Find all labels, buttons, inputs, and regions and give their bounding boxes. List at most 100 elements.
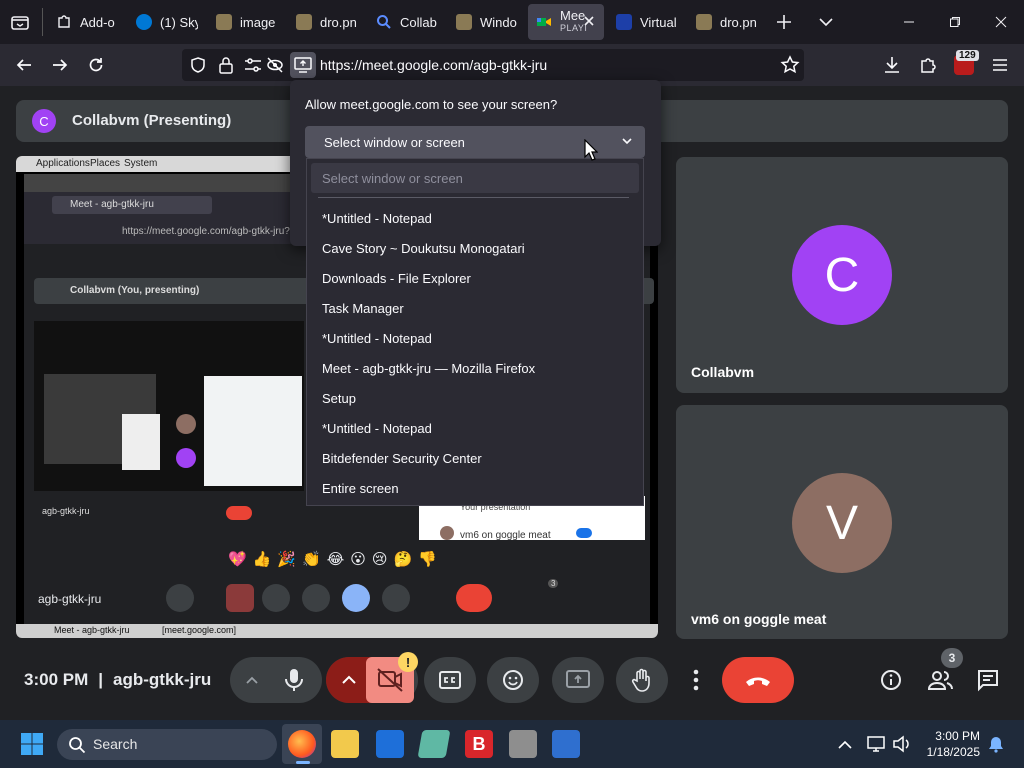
reload-icon[interactable] — [83, 52, 109, 78]
presenter-avatar: C — [32, 109, 56, 133]
tab-label: (1) Sky — [160, 14, 198, 30]
people-button[interactable] — [924, 664, 956, 696]
mouse-cursor-icon — [584, 139, 598, 161]
screen-share-icon[interactable] — [290, 52, 316, 78]
vm-icon — [616, 14, 632, 30]
tab-meet-active[interactable]: Mee PLAYI — [528, 4, 604, 40]
extensions-icon[interactable] — [918, 55, 938, 75]
captions-button[interactable] — [424, 657, 476, 703]
photos-icon[interactable] — [376, 730, 404, 758]
menu-icon[interactable] — [990, 55, 1010, 75]
reactions-button[interactable] — [487, 657, 539, 703]
dropdown-divider — [318, 197, 629, 198]
dropdown-option[interactable]: Setup — [322, 391, 356, 406]
forward-icon[interactable] — [47, 52, 73, 78]
present-button[interactable] — [552, 657, 604, 703]
dropdown-option[interactable]: Entire screen — [322, 481, 399, 496]
more-options-icon[interactable] — [684, 664, 708, 696]
windows-start-icon[interactable] — [20, 732, 44, 756]
url-text[interactable]: https://meet.google.com/agb-gtkk-jru — [320, 57, 547, 73]
tab-label: dro.pn — [320, 14, 357, 30]
reaction-laugh[interactable]: 😂 — [327, 550, 345, 568]
leave-call-button[interactable] — [722, 657, 794, 703]
dropdown-option[interactable]: *Untitled - Notepad — [322, 211, 432, 226]
reaction-thinking[interactable]: 🤔 — [394, 550, 413, 568]
shared-inner-meeting-code: agb-gtkk-jru — [42, 506, 90, 516]
tray-chevron-up-icon[interactable] — [836, 736, 854, 754]
dropdown-option[interactable]: Task Manager — [322, 301, 404, 316]
raise-hand-icon — [631, 668, 650, 692]
firefox-icon[interactable] — [288, 730, 316, 758]
microphone-icon[interactable] — [280, 666, 308, 694]
raise-hand-button[interactable] — [616, 657, 668, 703]
permissions-icon[interactable] — [244, 57, 262, 73]
downloads-icon[interactable] — [882, 55, 902, 75]
task-manager-icon[interactable] — [509, 730, 537, 758]
tab-list-icon[interactable] — [8, 10, 32, 34]
file-explorer-icon[interactable] — [331, 730, 359, 758]
network-icon[interactable] — [866, 735, 886, 753]
shared-menu-system: System — [124, 158, 158, 169]
notification-bell-icon[interactable] — [987, 735, 1005, 753]
new-tab-icon[interactable] — [774, 12, 794, 32]
minimize-icon[interactable] — [886, 0, 932, 44]
dropdown-option[interactable]: Bitdefender Security Center — [322, 451, 482, 466]
participant-tile-collabvm[interactable]: C Collabvm — [676, 157, 1008, 393]
camera-off-icon[interactable] — [266, 56, 284, 74]
chevron-down-icon[interactable] — [816, 12, 836, 32]
lock-icon[interactable] — [218, 56, 234, 74]
reaction-thumbs-down[interactable]: 👎 — [418, 550, 437, 568]
meeting-info: 3:00 PM | agb-gtkk-jru — [24, 670, 211, 690]
dropdown-option[interactable]: Cave Story ~ Doukutsu Monogatari — [322, 241, 525, 256]
tab-image[interactable]: image — [208, 4, 286, 40]
reaction-clap[interactable]: 👏 — [302, 550, 321, 568]
chat-icon — [978, 670, 998, 692]
tab-label: image — [240, 14, 276, 30]
notepad-icon[interactable] — [417, 730, 451, 758]
reaction-thumbs-up[interactable]: 👍 — [253, 550, 272, 568]
back-icon[interactable] — [11, 52, 37, 78]
close-window-icon[interactable] — [978, 0, 1024, 44]
search-icon — [68, 736, 86, 754]
hang-up-icon — [746, 677, 770, 686]
dropdown-option[interactable]: Meet - agb-gtkk-jru — Mozilla Firefox — [322, 361, 535, 376]
dropdown-filter-placeholder: Select window or screen — [322, 171, 463, 186]
bookmark-star-icon[interactable] — [780, 55, 800, 75]
tab-skype[interactable]: (1) Sky — [128, 4, 206, 40]
bitdefender-icon[interactable]: B — [465, 730, 493, 758]
shared-menu-places: Places — [90, 158, 121, 169]
clock-time: 3:00 PM — [24, 670, 89, 689]
tab-dro-png[interactable]: dro.pn — [288, 4, 366, 40]
reaction-surprised[interactable]: 😮 — [350, 550, 366, 568]
select-chevron-down-icon[interactable] — [620, 134, 634, 148]
taskbar-search[interactable] — [57, 729, 277, 760]
tab-windows[interactable]: Windo — [448, 4, 526, 40]
chat-button[interactable] — [972, 664, 1004, 696]
window-select-label[interactable]: Select window or screen — [324, 135, 465, 150]
audio-options-chevron-icon[interactable] — [242, 670, 262, 690]
extension-badge: 129 — [956, 50, 979, 61]
tab-close-icon[interactable] — [582, 14, 596, 28]
volume-icon[interactable] — [892, 735, 912, 753]
dropdown-option[interactable]: *Untitled - Notepad — [322, 331, 432, 346]
tab-dro-png-2[interactable]: dro.pn — [688, 4, 766, 40]
shield-icon[interactable] — [189, 56, 207, 74]
dropdown-option[interactable]: Downloads - File Explorer — [322, 271, 471, 286]
reaction-party[interactable]: 🎉 — [277, 550, 296, 568]
restore-icon[interactable] — [932, 0, 978, 44]
reaction-heart[interactable]: 💖 — [228, 550, 247, 568]
tab-virtual[interactable]: Virtual — [608, 4, 686, 40]
dropdown-option[interactable]: *Untitled - Notepad — [322, 421, 432, 436]
permission-question: Allow meet.google.com to see your screen… — [305, 97, 558, 112]
reaction-sad[interactable]: 😢 — [372, 550, 388, 568]
participant-tile-vm6[interactable]: V vm6 on goggle meat — [676, 405, 1008, 639]
tab-collab[interactable]: Collab — [368, 4, 446, 40]
meeting-details-button[interactable] — [875, 664, 907, 696]
taskbar-clock[interactable]: 3:00 PM 1/18/2025 — [920, 728, 980, 760]
shared-inner-url: https://meet.google.com/agb-gtkk-jru?pli — [122, 226, 300, 237]
emoji-icon — [503, 670, 523, 690]
captions-icon — [439, 671, 461, 689]
search-label: Search — [93, 736, 138, 752]
remote-desktop-icon[interactable] — [552, 730, 580, 758]
tab-add-ons[interactable]: Add-o — [48, 4, 126, 40]
